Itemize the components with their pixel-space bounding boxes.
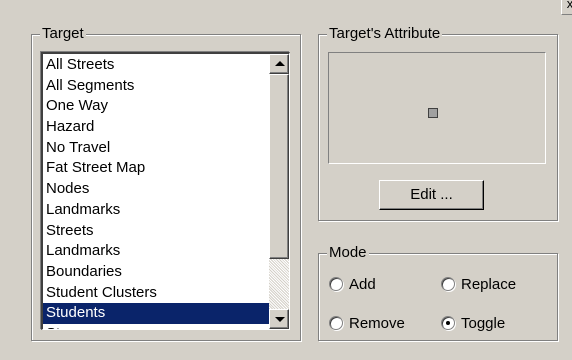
list-scrollbar[interactable]: [269, 54, 289, 329]
list-item[interactable]: Students: [43, 303, 269, 324]
list-item[interactable]: All Streets: [43, 55, 269, 76]
list-item[interactable]: Nodes: [43, 179, 269, 200]
radio-toggle[interactable]: Toggle: [441, 315, 505, 333]
list-item[interactable]: Fat Street Map: [43, 158, 269, 179]
target-listbox[interactable]: All Streets All Segments One Way Hazard No T…: [41, 52, 290, 330]
target-group-title: Target: [40, 25, 86, 43]
list-item[interactable]: Streets: [43, 221, 269, 242]
list-item[interactable]: Hazard: [43, 117, 269, 138]
radio-circle-icon: [441, 277, 455, 291]
radio-toggle-label: Toggle: [461, 315, 506, 332]
list-item[interactable]: Boundaries: [43, 262, 269, 283]
attribute-preview: [328, 52, 546, 164]
target-group: Target All Streets All Segments One Way Haz…: [31, 25, 301, 341]
list-item[interactable]: No Travel: [43, 138, 269, 159]
radio-remove-label: Remove: [349, 315, 405, 332]
list-item[interactable]: Student Clusters: [43, 283, 269, 304]
list-item[interactable]: Stops: [43, 324, 269, 329]
list-item[interactable]: Landmarks: [43, 200, 269, 221]
color-swatch-icon: [428, 108, 438, 118]
attribute-group-title: Target's Attribute: [327, 25, 443, 43]
edit-button[interactable]: Edit ...: [379, 180, 484, 210]
scroll-down-button[interactable]: [269, 309, 289, 329]
arrow-up-icon: [275, 61, 285, 66]
radio-add[interactable]: Add: [329, 276, 376, 294]
scroll-up-button[interactable]: [269, 54, 289, 74]
mode-group: Mode Add Replace Remove Toggle: [318, 244, 558, 341]
attribute-group: Target's Attribute Edit ...: [318, 25, 558, 221]
arrow-down-icon: [275, 317, 285, 322]
target-list-items: All Streets All Segments One Way Hazard No T…: [43, 55, 269, 329]
radio-replace-label: Replace: [461, 276, 517, 293]
radio-circle-icon: [329, 277, 343, 291]
close-button[interactable]: x: [561, 0, 572, 15]
radio-circle-icon: [441, 316, 455, 330]
list-item[interactable]: All Segments: [43, 76, 269, 97]
radio-circle-icon: [329, 316, 343, 330]
radio-add-label: Add: [349, 276, 376, 293]
scroll-thumb[interactable]: [269, 74, 289, 259]
list-item[interactable]: Landmarks: [43, 241, 269, 262]
radio-replace[interactable]: Replace: [441, 276, 516, 294]
radio-remove[interactable]: Remove: [329, 315, 405, 333]
mode-group-title: Mode: [327, 244, 369, 262]
list-item[interactable]: One Way: [43, 96, 269, 117]
